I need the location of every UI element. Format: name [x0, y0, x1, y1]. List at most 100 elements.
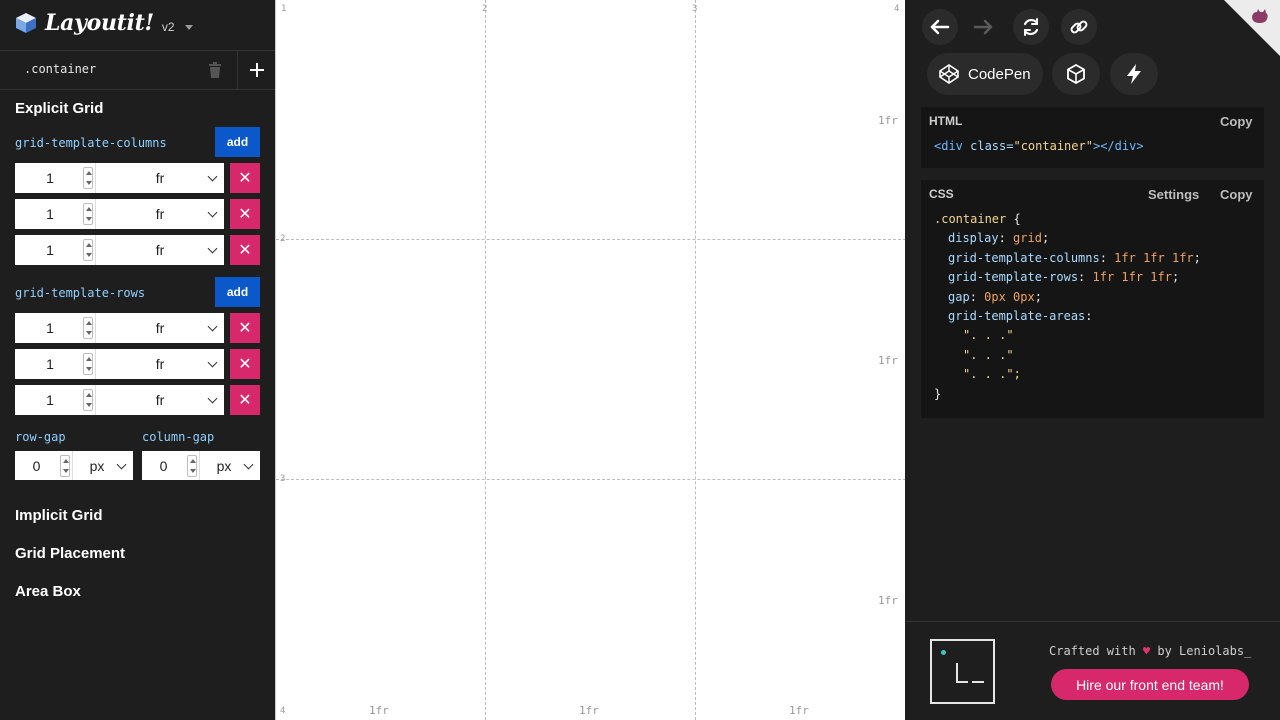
css-code-line[interactable]: grid-template-areas: — [948, 309, 1093, 323]
chevron-down-icon — [207, 207, 218, 218]
row-value-input[interactable]: 1 — [15, 313, 95, 343]
row-value-input[interactable]: 1 — [15, 349, 95, 379]
code-token: class= — [962, 139, 1014, 153]
column-unit-select[interactable]: fr — [95, 163, 224, 193]
remove-column-button[interactable]: ✕ — [230, 199, 260, 229]
stackblitz-button[interactable] — [1110, 53, 1158, 95]
column-line-number: 1 — [281, 4, 287, 14]
codepen-label: CodePen — [968, 65, 1031, 83]
code-token: "container" — [1013, 139, 1093, 153]
spinner-icon[interactable] — [83, 353, 93, 375]
row-unit-select[interactable]: fr — [95, 313, 224, 343]
css-settings-button[interactable]: Settings — [1148, 187, 1199, 202]
explicit-grid-title[interactable]: Explicit Grid — [15, 100, 103, 117]
add-column-button[interactable]: add — [215, 127, 260, 157]
css-code-line[interactable]: display: grid; — [948, 231, 1049, 245]
logo-mark — [956, 663, 968, 683]
html-copy-button[interactable]: Copy — [1220, 114, 1253, 129]
spinner-icon[interactable] — [83, 239, 93, 261]
row-unit-select[interactable]: fr — [95, 385, 224, 415]
row-value-input[interactable]: 1 — [15, 385, 95, 415]
row-gap-unit-select[interactable]: px — [72, 451, 133, 480]
css-area-row[interactable]: ". . ."; — [963, 367, 1021, 381]
code-token: grid-template-areas — [948, 309, 1086, 323]
code-token: grid-template-rows — [948, 270, 1079, 284]
css-box-title: CSS — [929, 187, 954, 201]
spinner-icon[interactable] — [83, 389, 93, 411]
reset-button[interactable] — [1013, 9, 1049, 45]
github-octocat-icon[interactable] — [1248, 6, 1272, 30]
crafted-suffix: by Leniolabs_ — [1150, 644, 1252, 658]
chevron-down-icon — [116, 459, 127, 470]
row-gap-input[interactable]: 0 — [15, 451, 72, 480]
undo-button[interactable] — [922, 9, 958, 45]
row-unit-select[interactable]: fr — [95, 349, 224, 379]
column-unit-select[interactable]: fr — [95, 199, 224, 229]
area-box-title[interactable]: Area Box — [15, 583, 81, 600]
spinner-icon[interactable] — [83, 167, 93, 189]
css-code-line[interactable]: } — [934, 387, 941, 401]
chevron-down-icon — [207, 171, 218, 182]
remove-column-button[interactable]: ✕ — [230, 235, 260, 265]
code-token: gap — [948, 290, 970, 304]
hire-team-button[interactable]: Hire our front end team! — [1051, 669, 1249, 700]
column-value-input[interactable]: 1 — [15, 199, 95, 229]
code-token: display — [948, 231, 999, 245]
remove-row-button[interactable]: ✕ — [230, 313, 260, 343]
css-code-box: CSS Settings Copy .container { display: … — [921, 180, 1264, 418]
app-title: Layoutit! — [45, 10, 154, 36]
css-copy-button[interactable]: Copy — [1220, 187, 1253, 202]
grid-placement-title[interactable]: Grid Placement — [15, 545, 125, 562]
spinner-icon[interactable] — [60, 455, 70, 477]
spinner-icon[interactable] — [83, 203, 93, 225]
column-value-input[interactable]: 1 — [15, 163, 95, 193]
plus-icon — [249, 63, 264, 77]
implicit-grid-title[interactable]: Implicit Grid — [15, 507, 103, 524]
codepen-button[interactable]: CodePen — [927, 53, 1043, 95]
grid-canvas[interactable]: 1 2 3 4 2 3 4 1fr 1fr 1fr 1fr 1fr 1fr — [275, 0, 906, 720]
container-name[interactable]: .container — [24, 62, 96, 76]
column-line-number: 2 — [482, 4, 488, 14]
column-gap-unit-select[interactable]: px — [199, 451, 260, 480]
chevron-down-icon[interactable] — [184, 24, 193, 30]
row-gap-value: 0 — [32, 457, 41, 474]
spinner-icon[interactable] — [83, 317, 93, 339]
css-area-row[interactable]: ". . ." — [963, 328, 1014, 342]
remove-column-button[interactable]: ✕ — [230, 163, 260, 193]
code-panel: CodePen HTML Copy <div class="container"… — [905, 0, 1280, 720]
row-value: 1 — [46, 356, 54, 372]
html-code-line[interactable]: <div class="container"></div> — [934, 139, 1144, 153]
row-unit: fr — [155, 392, 165, 408]
css-code-line[interactable]: grid-template-columns: 1fr 1fr 1fr; — [948, 251, 1201, 265]
css-code-line[interactable]: gap: 0px 0px; — [948, 290, 1042, 304]
crafted-by-text[interactable]: Crafted with ♥ by Leniolabs_ — [1049, 644, 1251, 658]
codesandbox-button[interactable] — [1052, 53, 1100, 95]
chevron-down-icon — [207, 393, 218, 404]
column-unit: fr — [155, 242, 165, 258]
row-unit: fr — [155, 320, 165, 336]
share-link-button[interactable] — [1061, 9, 1097, 45]
add-row-button[interactable]: add — [215, 277, 260, 307]
remove-row-button[interactable]: ✕ — [230, 385, 260, 415]
redo-button[interactable] — [965, 9, 1001, 45]
remove-row-button[interactable]: ✕ — [230, 349, 260, 379]
row-gap-unit: px — [89, 457, 105, 474]
grid-column-line — [485, 0, 486, 720]
codepen-icon — [939, 64, 959, 84]
column-gap-value: 0 — [159, 457, 168, 474]
logo[interactable]: Layoutit! v2 — [15, 8, 193, 38]
css-code-line[interactable]: .container { — [934, 212, 1021, 226]
row-track-label: 1fr — [878, 594, 898, 607]
code-token: .container — [934, 212, 1007, 226]
spinner-icon[interactable] — [187, 455, 197, 477]
column-unit-select[interactable]: fr — [95, 235, 224, 265]
column-gap-input[interactable]: 0 — [142, 451, 199, 480]
column-value-input[interactable]: 1 — [15, 235, 95, 265]
css-area-row[interactable]: ". . ." — [963, 348, 1014, 362]
column-gap-control: 0 px — [142, 451, 260, 480]
column-line-number: 4 — [894, 4, 900, 14]
css-code-line[interactable]: grid-template-rows: 1fr 1fr 1fr; — [948, 270, 1179, 284]
leniolabs-logo[interactable] — [930, 639, 995, 704]
trash-icon[interactable] — [208, 62, 222, 78]
add-container-button[interactable] — [237, 51, 275, 89]
